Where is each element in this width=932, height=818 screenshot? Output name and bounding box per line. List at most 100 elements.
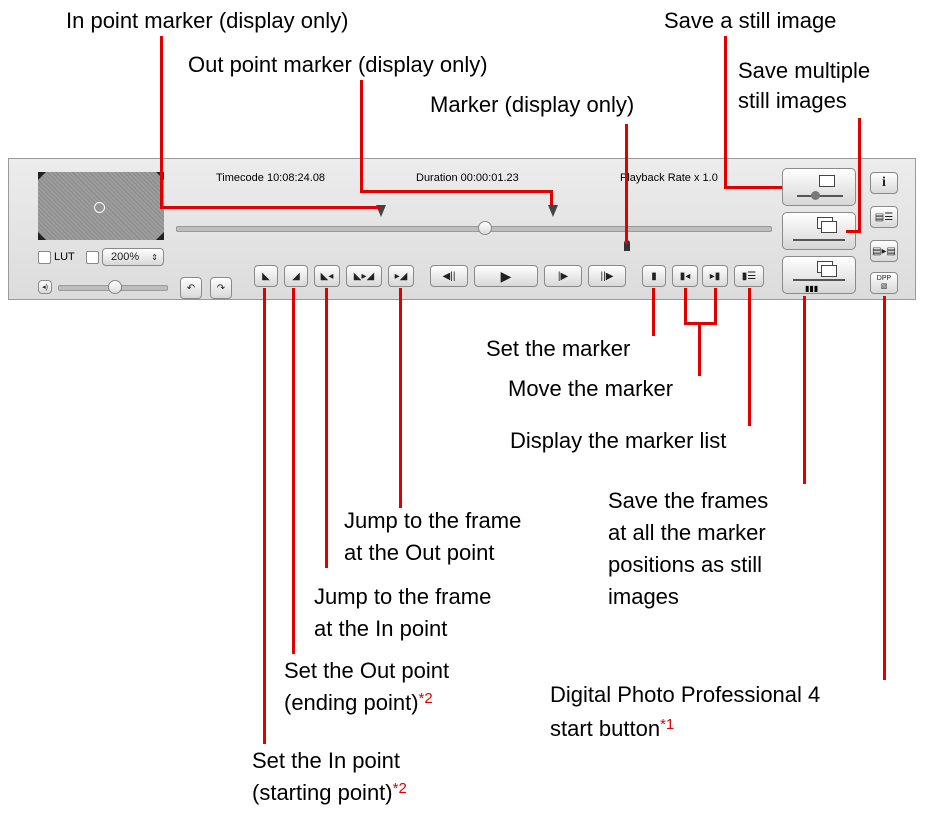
slider-line-icon <box>793 279 845 281</box>
callout-dpp-line1: Digital Photo Professional 4 <box>550 682 821 707</box>
next-marker-button[interactable]: ▸▮ <box>702 265 728 287</box>
leader-line <box>625 124 628 244</box>
callout-save-frames-line2: at all the marker <box>608 520 766 545</box>
dpp-label: DPP <box>876 275 892 282</box>
jump-to-in-out-button[interactable]: ◣▸◢ <box>346 265 382 287</box>
leader-line <box>360 80 363 192</box>
leader-line <box>292 288 295 654</box>
marker-next-icon: ▸▮ <box>709 270 721 282</box>
play-button[interactable]: ▶ <box>474 265 538 287</box>
marker-icon: ▮ <box>651 270 657 282</box>
callout-jump-out-line2: at the Out point <box>344 540 495 565</box>
rotate-left-button[interactable]: ↶ <box>180 277 202 299</box>
callout-jump-in-line1: Jump to the frame <box>314 584 492 609</box>
callout-display-marker-list: Display the marker list <box>510 428 727 453</box>
list-view-button[interactable]: ▤☰ <box>870 206 898 228</box>
in-out-icon: ◣▸◢ <box>353 270 375 282</box>
leader-line <box>325 288 328 568</box>
callout-save-frames-line3: positions as still <box>608 552 763 577</box>
corner-mark <box>38 232 46 240</box>
leader-line <box>160 206 380 209</box>
rotate-right-button[interactable]: ↷ <box>210 277 232 299</box>
rotate-left-icon: ↶ <box>186 282 196 294</box>
leader-line <box>883 296 886 680</box>
callout-dpp-text: start button <box>550 716 661 741</box>
crosshair-icon <box>94 202 105 213</box>
slider-knob-icon <box>811 191 820 200</box>
last-frame-button[interactable]: ||▶ <box>588 265 626 287</box>
leader-line <box>724 36 727 188</box>
set-marker-button[interactable]: ▮ <box>642 265 666 287</box>
callout-set-out-text: (ending point) <box>284 690 419 715</box>
slider-line-icon <box>797 195 843 197</box>
callout-save-multiple-line2: still images <box>738 88 847 113</box>
zoom-value: 200% <box>111 251 140 263</box>
zoom-select[interactable]: 200% ⇕ <box>102 248 164 266</box>
marker-list-button[interactable]: ▮☰ <box>734 265 764 287</box>
info-icon: i <box>882 175 886 190</box>
callout-move-marker: Move the marker <box>508 376 674 401</box>
previous-marker-button[interactable]: ▮◂ <box>672 265 698 287</box>
info-button[interactable]: i <box>870 172 898 194</box>
timeline-track[interactable] <box>176 226 772 232</box>
leader-line <box>714 288 717 324</box>
still-frame-icon <box>819 175 835 187</box>
leader-line <box>846 230 861 233</box>
callout-set-marker: Set the marker <box>486 336 631 361</box>
video-preview <box>38 172 164 240</box>
dpp-start-button[interactable]: DPP ▧ <box>870 272 898 294</box>
slider-line-icon <box>793 239 845 241</box>
corner-mark <box>38 172 46 180</box>
frames-icon <box>821 221 837 233</box>
frames-icon <box>821 265 837 277</box>
save-marker-frames-button[interactable]: ▮▮▮ <box>782 256 856 294</box>
callout-jump-out-line1: Jump to the frame <box>344 508 522 533</box>
next-frame-button[interactable]: |▶ <box>544 265 582 287</box>
leader-line <box>698 322 701 376</box>
callout-out-point-marker: Out point marker (display only) <box>188 52 488 77</box>
callout-save-frames-line1: Save the frames <box>608 488 769 513</box>
callout-set-out-line1: Set the Out point <box>284 658 450 683</box>
callout-set-in-line1: Set the In point <box>252 748 400 773</box>
timeline-playhead[interactable] <box>478 221 492 235</box>
volume-icon[interactable]: ◂) <box>38 280 52 294</box>
marker-list-icon: ▮☰ <box>741 270 757 282</box>
footnote-2: *2 <box>392 780 407 797</box>
playback-rate-readout: Playback Rate x 1.0 <box>620 172 718 184</box>
leader-line <box>803 296 806 484</box>
leader-line <box>160 36 163 208</box>
callout-set-in-text: (starting point) <box>252 780 393 805</box>
footnote-2: *2 <box>418 690 433 707</box>
set-in-point-button[interactable]: ◣ <box>254 265 278 287</box>
save-multiple-still-button[interactable] <box>782 212 856 250</box>
step-forward-icon: |▶ <box>557 270 569 282</box>
callout-save-multiple-line1: Save multiple <box>738 58 871 83</box>
jump-to-in-point-button[interactable]: ◣◂ <box>314 265 340 287</box>
save-still-button[interactable] <box>782 168 856 206</box>
duration-readout: Duration 00:00:01.23 <box>416 172 519 184</box>
dpp-image-icon: ▧ <box>880 283 888 290</box>
play-icon: ▶ <box>500 267 512 284</box>
leader-line <box>550 190 553 206</box>
zoom-checkbox[interactable] <box>86 251 99 264</box>
leader-line <box>684 288 687 324</box>
timecode-readout: Timecode 10:08:24.08 <box>216 172 326 184</box>
previous-frame-button[interactable]: ◀|| <box>430 265 468 287</box>
lut-label: LUT <box>54 251 75 263</box>
callout-save-frames-line4: images <box>608 584 679 609</box>
corner-mark <box>156 232 164 240</box>
lut-checkbox[interactable] <box>38 251 51 264</box>
callout-in-point-marker: In point marker (display only) <box>66 8 349 33</box>
list-view-icon: ▤☰ <box>874 211 894 223</box>
frame-compare-button[interactable]: ▤▸▤ <box>870 240 898 262</box>
volume-knob[interactable] <box>108 280 122 294</box>
jump-in-icon: ◣◂ <box>320 270 334 282</box>
set-out-point-button[interactable]: ◢ <box>284 265 308 287</box>
rotate-right-icon: ↷ <box>216 282 226 294</box>
callout-dpp-line2: start button*1 <box>550 716 674 742</box>
leader-line <box>399 288 402 508</box>
skip-end-icon: ||▶ <box>600 270 614 282</box>
leader-line <box>724 186 782 189</box>
jump-to-out-point-button[interactable]: ▸◢ <box>388 265 414 287</box>
footnote-1: *1 <box>660 716 675 733</box>
